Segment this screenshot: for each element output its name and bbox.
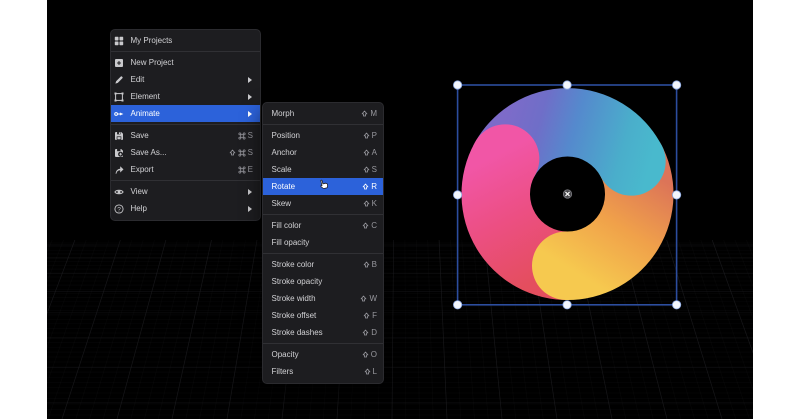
svg-text:?: ? <box>117 206 121 213</box>
